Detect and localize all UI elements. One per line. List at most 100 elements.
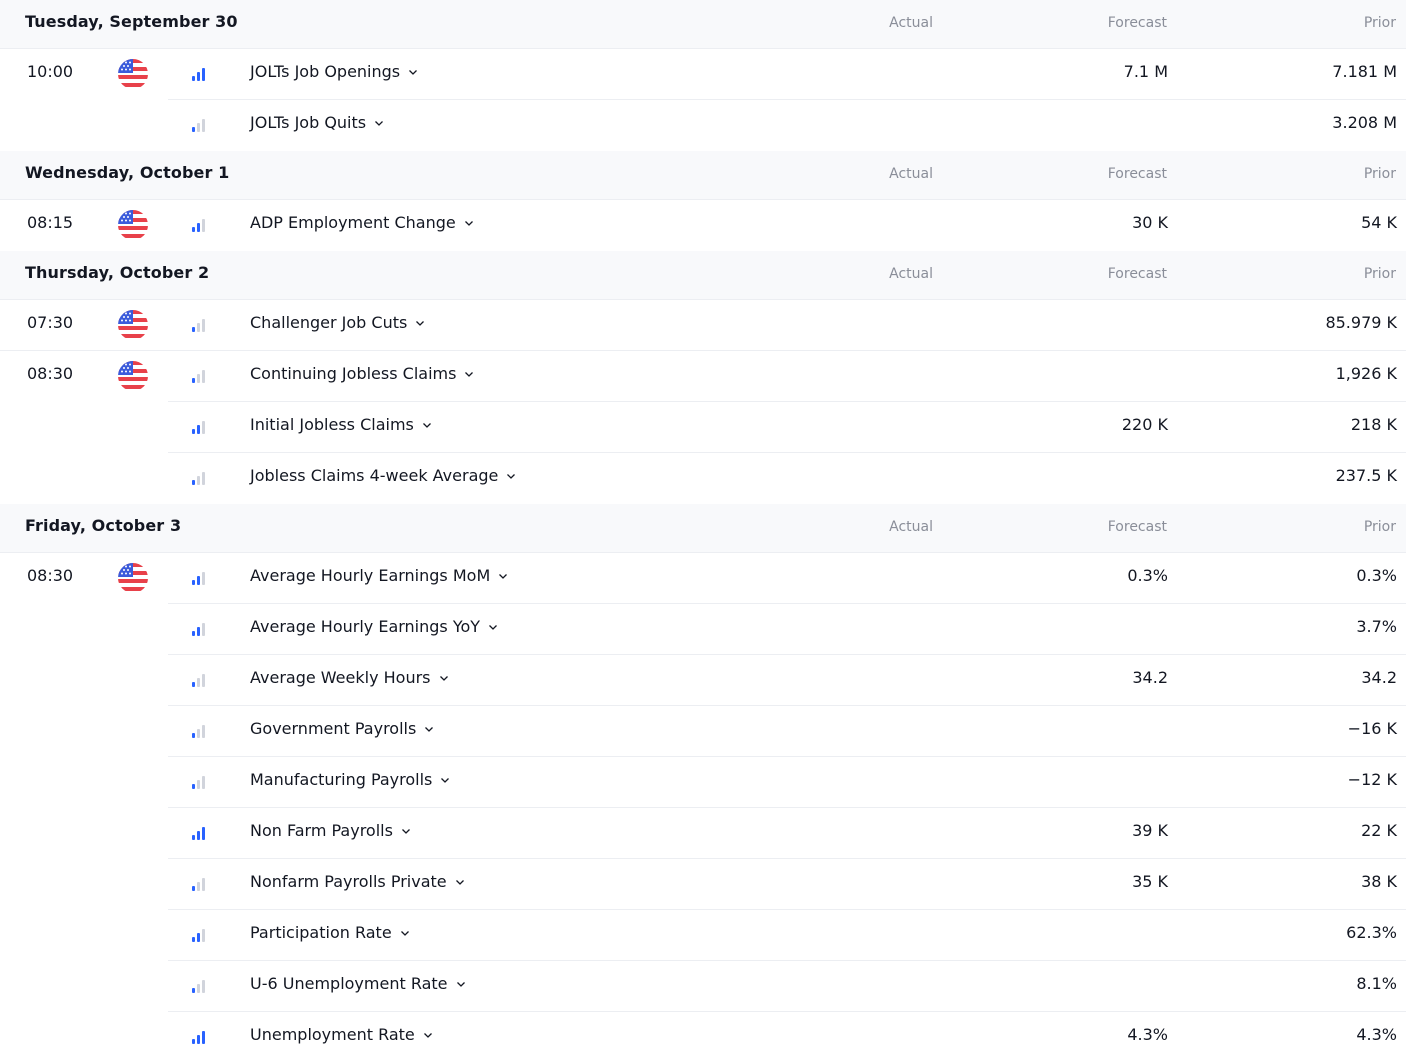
chevron-down-icon[interactable] [498,571,508,581]
column-header-forecast: Forecast [1107,166,1167,182]
event-row[interactable]: 08:15 ADP Employment Change 30 K 54 K [0,200,1406,251]
event-name-label: Non Farm Payrolls [250,821,393,840]
column-header-actual: Actual [889,166,933,182]
importance-icon [191,928,207,942]
column-header-forecast: Forecast [1107,15,1167,31]
event-prior: 8.1% [1356,974,1397,993]
importance-icon [191,979,207,993]
event-prior: 22 K [1361,821,1397,840]
event-name[interactable]: Average Hourly Earnings YoY [250,617,498,636]
event-row[interactable]: JOLTs Job Quits 3.208 M [0,100,1406,151]
column-header-prior: Prior [1363,266,1396,282]
event-row[interactable]: Nonfarm Payrolls Private 35 K 38 K [0,859,1406,910]
event-row[interactable]: Non Farm Payrolls 39 K 22 K [0,808,1406,859]
chevron-down-icon[interactable] [456,979,466,989]
event-row[interactable]: Average Hourly Earnings YoY 3.7% [0,604,1406,655]
event-row[interactable]: U-6 Unemployment Rate 8.1% [0,961,1406,1012]
chevron-down-icon[interactable] [423,1030,433,1040]
column-header-prior: Prior [1363,519,1396,535]
chevron-down-icon[interactable] [455,877,465,887]
event-forecast: 4.3% [1127,1025,1168,1044]
chevron-down-icon[interactable] [400,928,410,938]
event-row[interactable]: 10:00 JOLTs Job Openings 7.1 M 7.181 M [0,49,1406,100]
event-name-label: U-6 Unemployment Rate [250,974,448,993]
event-name-label: Government Payrolls [250,719,417,738]
column-header-prior: Prior [1363,15,1396,31]
event-name[interactable]: Jobless Claims 4-week Average [250,466,516,485]
event-row[interactable]: 08:30 Continuing Jobless Claims 1,926 K [0,351,1406,402]
event-prior: −16 K [1347,719,1397,738]
event-row[interactable]: Participation Rate 62.3% [0,910,1406,961]
chevron-down-icon[interactable] [424,724,434,734]
column-header-actual: Actual [889,15,933,31]
event-row[interactable]: 07:30 Challenger Job Cuts 85.979 K [0,300,1406,351]
event-row[interactable]: Average Weekly Hours 34.2 34.2 [0,655,1406,706]
event-name[interactable]: JOLTs Job Openings [250,62,418,81]
chevron-down-icon[interactable] [506,471,516,481]
event-name-label: Initial Jobless Claims [250,415,414,434]
column-header-actual: Actual [889,519,933,535]
event-prior: 218 K [1350,415,1397,434]
importance-icon [191,218,207,232]
event-name[interactable]: U-6 Unemployment Rate [250,974,466,993]
event-name[interactable]: Manufacturing Payrolls [250,770,450,789]
event-time: 10:00 [27,62,74,81]
event-name[interactable]: Unemployment Rate [250,1025,433,1044]
event-forecast: 30 K [1132,213,1168,232]
event-row[interactable]: Manufacturing Payrolls −12 K [0,757,1406,808]
chevron-down-icon[interactable] [401,826,411,836]
event-prior: 3.208 M [1332,113,1397,132]
event-name[interactable]: Average Hourly Earnings MoM [250,566,508,585]
event-prior: 85.979 K [1325,313,1397,332]
event-row[interactable]: Government Payrolls −16 K [0,706,1406,757]
event-prior: 54 K [1361,213,1397,232]
event-time: 07:30 [27,313,74,332]
chevron-down-icon[interactable] [464,218,474,228]
event-row[interactable]: Initial Jobless Claims 220 K 218 K [0,402,1406,453]
event-name[interactable]: Nonfarm Payrolls Private [250,872,465,891]
column-header-prior: Prior [1363,166,1396,182]
event-name-label: Challenger Job Cuts [250,313,408,332]
event-name[interactable]: ADP Employment Change [250,213,474,232]
chevron-down-icon[interactable] [488,622,498,632]
event-name[interactable]: Non Farm Payrolls [250,821,411,840]
event-forecast: 220 K [1121,415,1168,434]
event-name-label: Participation Rate [250,923,392,942]
event-prior: −12 K [1347,770,1397,789]
chevron-down-icon[interactable] [439,673,449,683]
economic-calendar: Tuesday, September 30 Actual Forecast Pr… [0,0,1406,1063]
event-name-label: Nonfarm Payrolls Private [250,872,447,891]
event-name[interactable]: Challenger Job Cuts [250,313,425,332]
event-prior: 0.3% [1356,566,1397,585]
event-name-label: Jobless Claims 4-week Average [250,466,499,485]
event-name-label: Average Hourly Earnings YoY [250,617,481,636]
day-title: Friday, October 3 [25,516,182,535]
event-name-label: Manufacturing Payrolls [250,770,433,789]
importance-icon [191,673,207,687]
event-name[interactable]: Participation Rate [250,923,410,942]
us-flag-icon [118,59,148,89]
chevron-down-icon[interactable] [415,318,425,328]
event-name[interactable]: Government Payrolls [250,719,434,738]
event-prior: 38 K [1361,872,1397,891]
event-row[interactable]: 08:30 Average Hourly Earnings MoM 0.3% 0… [0,553,1406,604]
chevron-down-icon[interactable] [464,369,474,379]
event-name-label: ADP Employment Change [250,213,456,232]
event-name[interactable]: Initial Jobless Claims [250,415,432,434]
event-forecast: 7.1 M [1123,62,1168,81]
event-name-label: Average Weekly Hours [250,668,431,687]
event-name[interactable]: Continuing Jobless Claims [250,364,474,383]
us-flag-icon [118,210,148,240]
event-name-label: JOLTs Job Quits [250,113,367,132]
event-row[interactable]: Jobless Claims 4-week Average 237.5 K [0,453,1406,504]
chevron-down-icon[interactable] [374,118,384,128]
event-name[interactable]: Average Weekly Hours [250,668,449,687]
chevron-down-icon[interactable] [408,67,418,77]
event-name[interactable]: JOLTs Job Quits [250,113,384,132]
importance-icon [191,318,207,332]
event-row[interactable]: Unemployment Rate 4.3% 4.3% [0,1012,1406,1063]
event-time: 08:30 [27,364,74,383]
chevron-down-icon[interactable] [440,775,450,785]
chevron-down-icon[interactable] [422,420,432,430]
event-name-label: Unemployment Rate [250,1025,415,1044]
